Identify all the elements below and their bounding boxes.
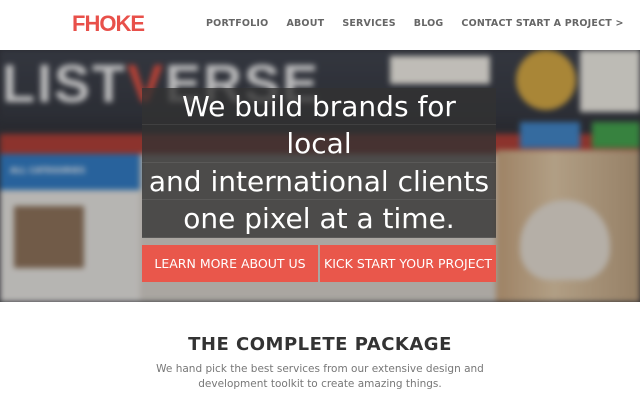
headline-line: one pixel at a time.: [142, 200, 496, 238]
section-title: THE COMPLETE PACKAGE: [188, 334, 452, 355]
headline-line: local: [142, 125, 496, 163]
nav-item-portfolio[interactable]: PORTFOLIO: [206, 18, 268, 30]
kick-start-project-button[interactable]: KICK START YOUR PROJECT: [320, 245, 496, 282]
hero-headline: We build brands for local and internatio…: [142, 88, 496, 238]
site-header: FHOKE PORTFOLIO ABOUT SERVICES BLOG CONT…: [0, 0, 640, 50]
headline-line: and international clients: [142, 162, 496, 200]
headline-line: We build brands for: [142, 88, 496, 125]
learn-more-button[interactable]: LEARN MORE ABOUT US: [142, 245, 318, 282]
nav-item-blog[interactable]: BLOG: [414, 18, 444, 30]
hero-cta-group: LEARN MORE ABOUT US KICK START YOUR PROJ…: [142, 245, 496, 282]
nav-item-contact[interactable]: CONTACT START A PROJECT >: [461, 18, 623, 30]
nav-item-services[interactable]: SERVICES: [342, 18, 395, 30]
brand-logo[interactable]: FHOKE: [72, 12, 145, 36]
section-description: We hand pick the best services from our …: [156, 363, 484, 390]
nav-item-about[interactable]: ABOUT: [286, 18, 324, 30]
main-nav: PORTFOLIO ABOUT SERVICES BLOG CONTACT ST…: [206, 18, 624, 30]
